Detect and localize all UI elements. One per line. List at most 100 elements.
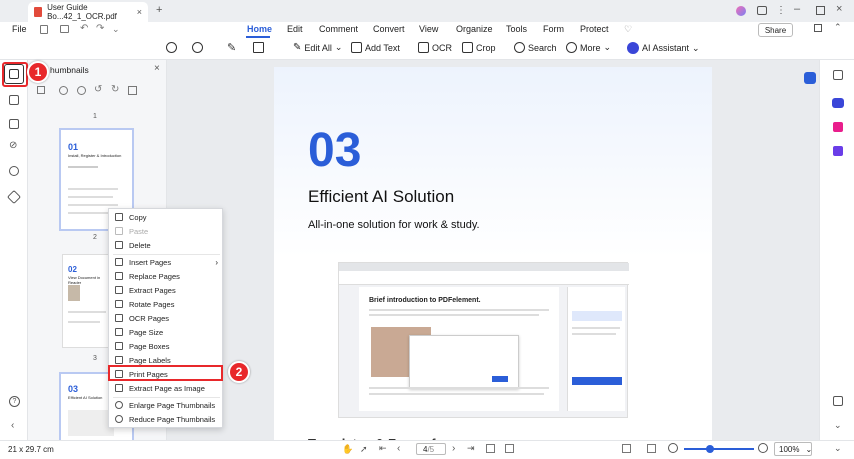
- share-button[interactable]: Share: [758, 23, 793, 37]
- page-subtitle: All-in-one solution for work & study.: [308, 219, 480, 231]
- help-icon[interactable]: ?: [9, 396, 20, 407]
- page-number-input[interactable]: 4/5: [416, 443, 446, 455]
- thumb-zoom-out-icon[interactable]: [77, 86, 86, 95]
- menu-item-delete[interactable]: Delete: [109, 238, 224, 252]
- tab-comment[interactable]: Comment: [319, 24, 358, 34]
- menu-item-extract-pages[interactable]: Extract Pages: [109, 283, 224, 297]
- notification-icon[interactable]: [814, 24, 822, 32]
- menu-item-replace-pages[interactable]: Replace Pages: [109, 269, 224, 283]
- add-text-button[interactable]: Add Text: [351, 42, 400, 53]
- redo-icon[interactable]: ↷: [96, 23, 104, 34]
- tab-home[interactable]: Home: [247, 24, 272, 34]
- shape-tool-icon[interactable]: [253, 42, 264, 53]
- thumb-line: [68, 166, 98, 168]
- menu-file[interactable]: File: [12, 24, 27, 34]
- fullscreen-icon[interactable]: [647, 444, 656, 453]
- rotate-left-icon[interactable]: ↺: [94, 84, 102, 95]
- zoom-out-icon[interactable]: [166, 42, 177, 53]
- next-page-icon[interactable]: ›: [452, 443, 455, 454]
- menu-item-ocr-pages[interactable]: OCR Pages: [109, 311, 224, 325]
- more-icon: [566, 42, 577, 53]
- menu-item-reduce-thumbnails[interactable]: Reduce Page Thumbnails: [109, 412, 224, 426]
- floating-translate-icon[interactable]: [804, 72, 816, 84]
- new-tab-icon[interactable]: +: [156, 4, 162, 16]
- thumb-line: [68, 212, 108, 214]
- menu-item-page-boxes[interactable]: Page Boxes: [109, 339, 224, 353]
- first-page-icon[interactable]: ⇤: [379, 443, 387, 454]
- zoom-level-select[interactable]: 100% ⌄: [774, 442, 812, 456]
- tab-tools[interactable]: Tools: [506, 24, 527, 34]
- tab-form[interactable]: Form: [543, 24, 564, 34]
- tab-organize[interactable]: Organize: [456, 24, 493, 34]
- properties-icon[interactable]: [833, 70, 843, 80]
- comment-icon[interactable]: [9, 119, 19, 129]
- fit-width-icon[interactable]: [505, 444, 514, 453]
- close-panel-icon[interactable]: ×: [154, 63, 160, 74]
- template-icon[interactable]: [833, 146, 843, 156]
- zoom-slider-track[interactable]: [684, 448, 754, 450]
- tab-view[interactable]: View: [419, 24, 438, 34]
- tab-protect[interactable]: Protect: [580, 24, 609, 34]
- save-icon[interactable]: [40, 25, 48, 34]
- undo-icon[interactable]: ↶: [80, 23, 88, 34]
- menu-item-extract-page-as-image[interactable]: Extract Page as Image: [109, 381, 224, 395]
- tab-edit[interactable]: Edit: [287, 24, 303, 34]
- mini-line: [369, 387, 549, 389]
- search-panel-icon[interactable]: [9, 166, 19, 176]
- previous-page-icon[interactable]: ‹: [397, 443, 400, 454]
- bookmark-icon[interactable]: [9, 95, 19, 105]
- thumbnail-options-icon[interactable]: [37, 86, 45, 94]
- menu-item-page-size[interactable]: Page Size: [109, 325, 224, 339]
- maximize-icon[interactable]: [816, 6, 825, 15]
- close-window-icon[interactable]: ×: [836, 3, 842, 15]
- thumb-number: 03: [68, 384, 79, 394]
- menu-item-rotate-pages[interactable]: Rotate Pages: [109, 297, 224, 311]
- lightbulb-icon[interactable]: ♡: [624, 24, 632, 35]
- menu-item-insert-pages[interactable]: Insert Pages ›: [109, 255, 224, 269]
- thumb-title: View Document in Reader: [68, 275, 101, 285]
- status-zoom-in-icon[interactable]: [758, 443, 768, 453]
- ai-tools-icon[interactable]: [833, 122, 843, 132]
- page-layout-icon[interactable]: [622, 444, 631, 453]
- thumb-zoom-in-icon[interactable]: [59, 86, 68, 95]
- menu-icon[interactable]: ⋮: [776, 5, 786, 16]
- ocr-button[interactable]: OCR: [418, 42, 452, 53]
- mini-titlebar: [339, 263, 629, 271]
- fit-page-icon[interactable]: [486, 444, 495, 453]
- zoom-slider-thumb[interactable]: [706, 445, 714, 453]
- delete-page-icon[interactable]: [128, 86, 137, 95]
- last-page-icon[interactable]: ⇥: [467, 443, 475, 454]
- avatar[interactable]: [736, 6, 746, 16]
- attachment-icon[interactable]: ⊘: [9, 140, 17, 151]
- feedback-icon[interactable]: [757, 6, 767, 15]
- image-icon: [115, 384, 123, 392]
- minimize-icon[interactable]: –: [794, 3, 800, 15]
- select-tool-icon[interactable]: ➚: [360, 444, 368, 455]
- chevron-down-icon: ⌄: [603, 42, 612, 52]
- menu-item-copy[interactable]: Copy: [109, 210, 224, 224]
- quick-access-dropdown-icon[interactable]: ⌄: [112, 24, 120, 35]
- crop-button[interactable]: Crop: [462, 42, 496, 53]
- document-tab[interactable]: User Guide Bo...42_1_OCR.pdf ×: [28, 2, 148, 22]
- search-button[interactable]: Search: [514, 42, 557, 53]
- collapse-left-icon[interactable]: ‹: [11, 420, 14, 431]
- ai-assistant-button[interactable]: AI Assistant ⌄: [627, 42, 700, 54]
- settings-icon[interactable]: [833, 396, 843, 406]
- print-icon[interactable]: [60, 25, 69, 33]
- hand-tool-icon[interactable]: ✋: [342, 444, 353, 455]
- status-zoom-out-icon[interactable]: [668, 443, 678, 453]
- edit-all-button[interactable]: ✎ Edit All ⌄: [293, 42, 342, 53]
- scroll-to-bottom-icon[interactable]: ⌄: [834, 443, 842, 454]
- more-button[interactable]: More ⌄: [566, 42, 611, 53]
- zoom-in-icon[interactable]: [192, 42, 203, 53]
- thumb-number: 02: [68, 265, 77, 274]
- collapse-ribbon-icon[interactable]: ⌃: [834, 22, 842, 33]
- menu-item-enlarge-thumbnails[interactable]: Enlarge Page Thumbnails: [109, 398, 224, 412]
- page-thumbnail[interactable]: 02 View Document in Reader: [62, 254, 110, 348]
- close-tab-icon[interactable]: ×: [137, 7, 142, 17]
- scroll-down-icon[interactable]: ⌄: [834, 420, 842, 431]
- ai-chat-icon[interactable]: [832, 98, 844, 108]
- tab-convert[interactable]: Convert: [373, 24, 405, 34]
- rotate-right-icon[interactable]: ↻: [111, 84, 119, 95]
- highlight-tool-icon[interactable]: ✎: [227, 41, 236, 54]
